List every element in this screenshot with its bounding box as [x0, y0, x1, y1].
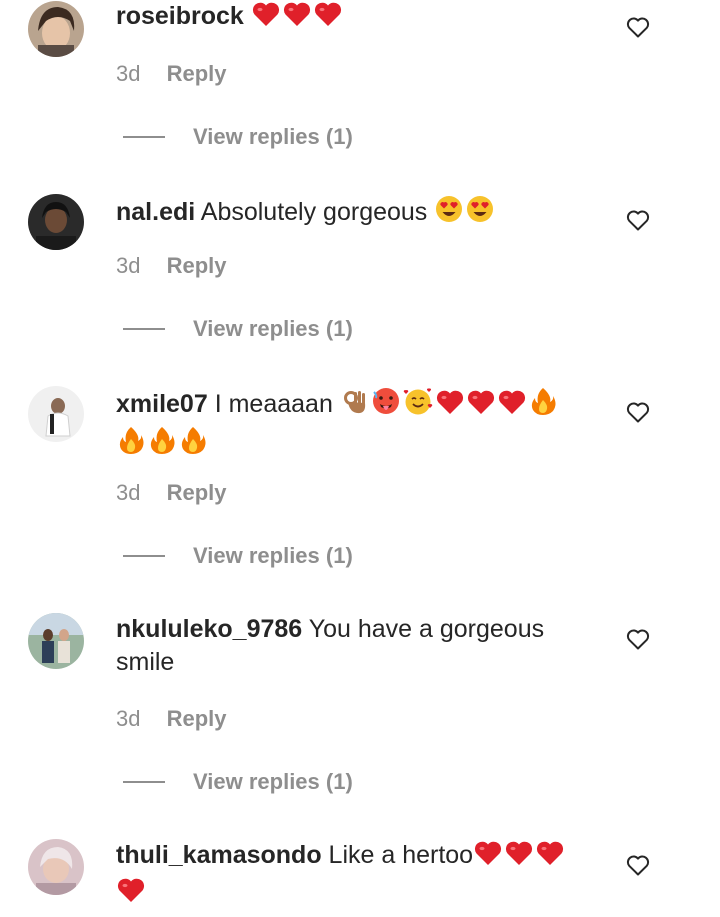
heart-icon [497, 388, 527, 425]
comment-time: 3d [116, 61, 141, 86]
comment-time: 3d [116, 706, 141, 731]
comment-meta: 3d Reply [116, 705, 227, 733]
heart-icon [282, 0, 312, 37]
heart-icon [466, 388, 496, 425]
comment-username[interactable]: xmile07 [116, 390, 208, 418]
view-replies-label: View replies (1) [193, 769, 353, 794]
heart-outline-icon[interactable] [626, 16, 650, 38]
heart-icon [535, 839, 565, 876]
heart-eyes-icon [465, 194, 495, 233]
heart-outline-icon[interactable] [626, 854, 650, 876]
comment-meta: 3d Reply [116, 479, 227, 507]
avatar[interactable] [28, 194, 84, 250]
avatar[interactable] [28, 839, 84, 895]
emoji-row [251, 2, 344, 30]
comment-username[interactable]: nkululeko_9786 [116, 615, 302, 643]
emoji-row [473, 841, 566, 869]
comment-text: Like a hertoo [328, 841, 474, 869]
heart-icon [504, 839, 534, 876]
divider-line [123, 328, 165, 330]
divider-line [123, 555, 165, 557]
comment-meta: 3d Reply [116, 60, 227, 88]
hot-face-icon [371, 386, 401, 425]
view-replies-button[interactable]: View replies (1) [123, 314, 353, 344]
comment-body: nkululeko_9786 You have a gorgeous smile [116, 613, 596, 679]
emoji-row [340, 388, 559, 418]
heart-icon [435, 388, 465, 425]
comment-body: roseibrock [116, 0, 596, 37]
comment-body: nal.edi Absolutely gorgeous [116, 194, 596, 233]
view-replies-button[interactable]: View replies (1) [123, 541, 353, 571]
smiling-hearts-icon [402, 386, 434, 425]
heart-icon [251, 0, 281, 37]
comment-body: xmile07 I meaaaan [116, 386, 596, 464]
heart-eyes-icon [434, 194, 464, 233]
avatar[interactable] [28, 1, 84, 57]
comment-username[interactable]: nal.edi [116, 198, 195, 226]
emoji-row [434, 196, 496, 226]
view-replies-label: View replies (1) [193, 124, 353, 149]
comment-time: 3d [116, 480, 141, 505]
fire-icon [178, 425, 208, 464]
view-replies-button[interactable]: View replies (1) [123, 122, 353, 152]
avatar[interactable] [28, 613, 84, 669]
emoji-row [116, 878, 147, 906]
divider-line [123, 781, 165, 783]
emoji-row [116, 427, 209, 457]
view-replies-button[interactable]: View replies (1) [123, 767, 353, 797]
heart-outline-icon[interactable] [626, 209, 650, 231]
heart-icon [313, 0, 343, 37]
fire-icon [528, 386, 558, 425]
heart-icon [116, 876, 146, 913]
heart-outline-icon[interactable] [626, 628, 650, 650]
comment-text: Absolutely gorgeous [200, 198, 428, 226]
avatar[interactable] [28, 386, 84, 442]
comment-username[interactable]: roseibrock [116, 2, 244, 30]
reply-button[interactable]: Reply [167, 706, 227, 731]
heart-icon [473, 839, 503, 876]
divider-line [123, 136, 165, 138]
reply-button[interactable]: Reply [167, 253, 227, 278]
view-replies-label: View replies (1) [193, 316, 353, 341]
comment-meta: 3d Reply [116, 252, 227, 280]
fire-icon [116, 425, 146, 464]
comment-time: 3d [116, 253, 141, 278]
comment-text: I meaaaan [214, 390, 333, 418]
reply-button[interactable]: Reply [167, 480, 227, 505]
comment-body: thuli_kamasondo Like a hertoo [116, 839, 596, 913]
heart-outline-icon[interactable] [626, 401, 650, 423]
comment-username[interactable]: thuli_kamasondo [116, 841, 322, 869]
reply-button[interactable]: Reply [167, 61, 227, 86]
view-replies-label: View replies (1) [193, 543, 353, 568]
ok-hand-icon [340, 386, 370, 425]
fire-icon [147, 425, 177, 464]
